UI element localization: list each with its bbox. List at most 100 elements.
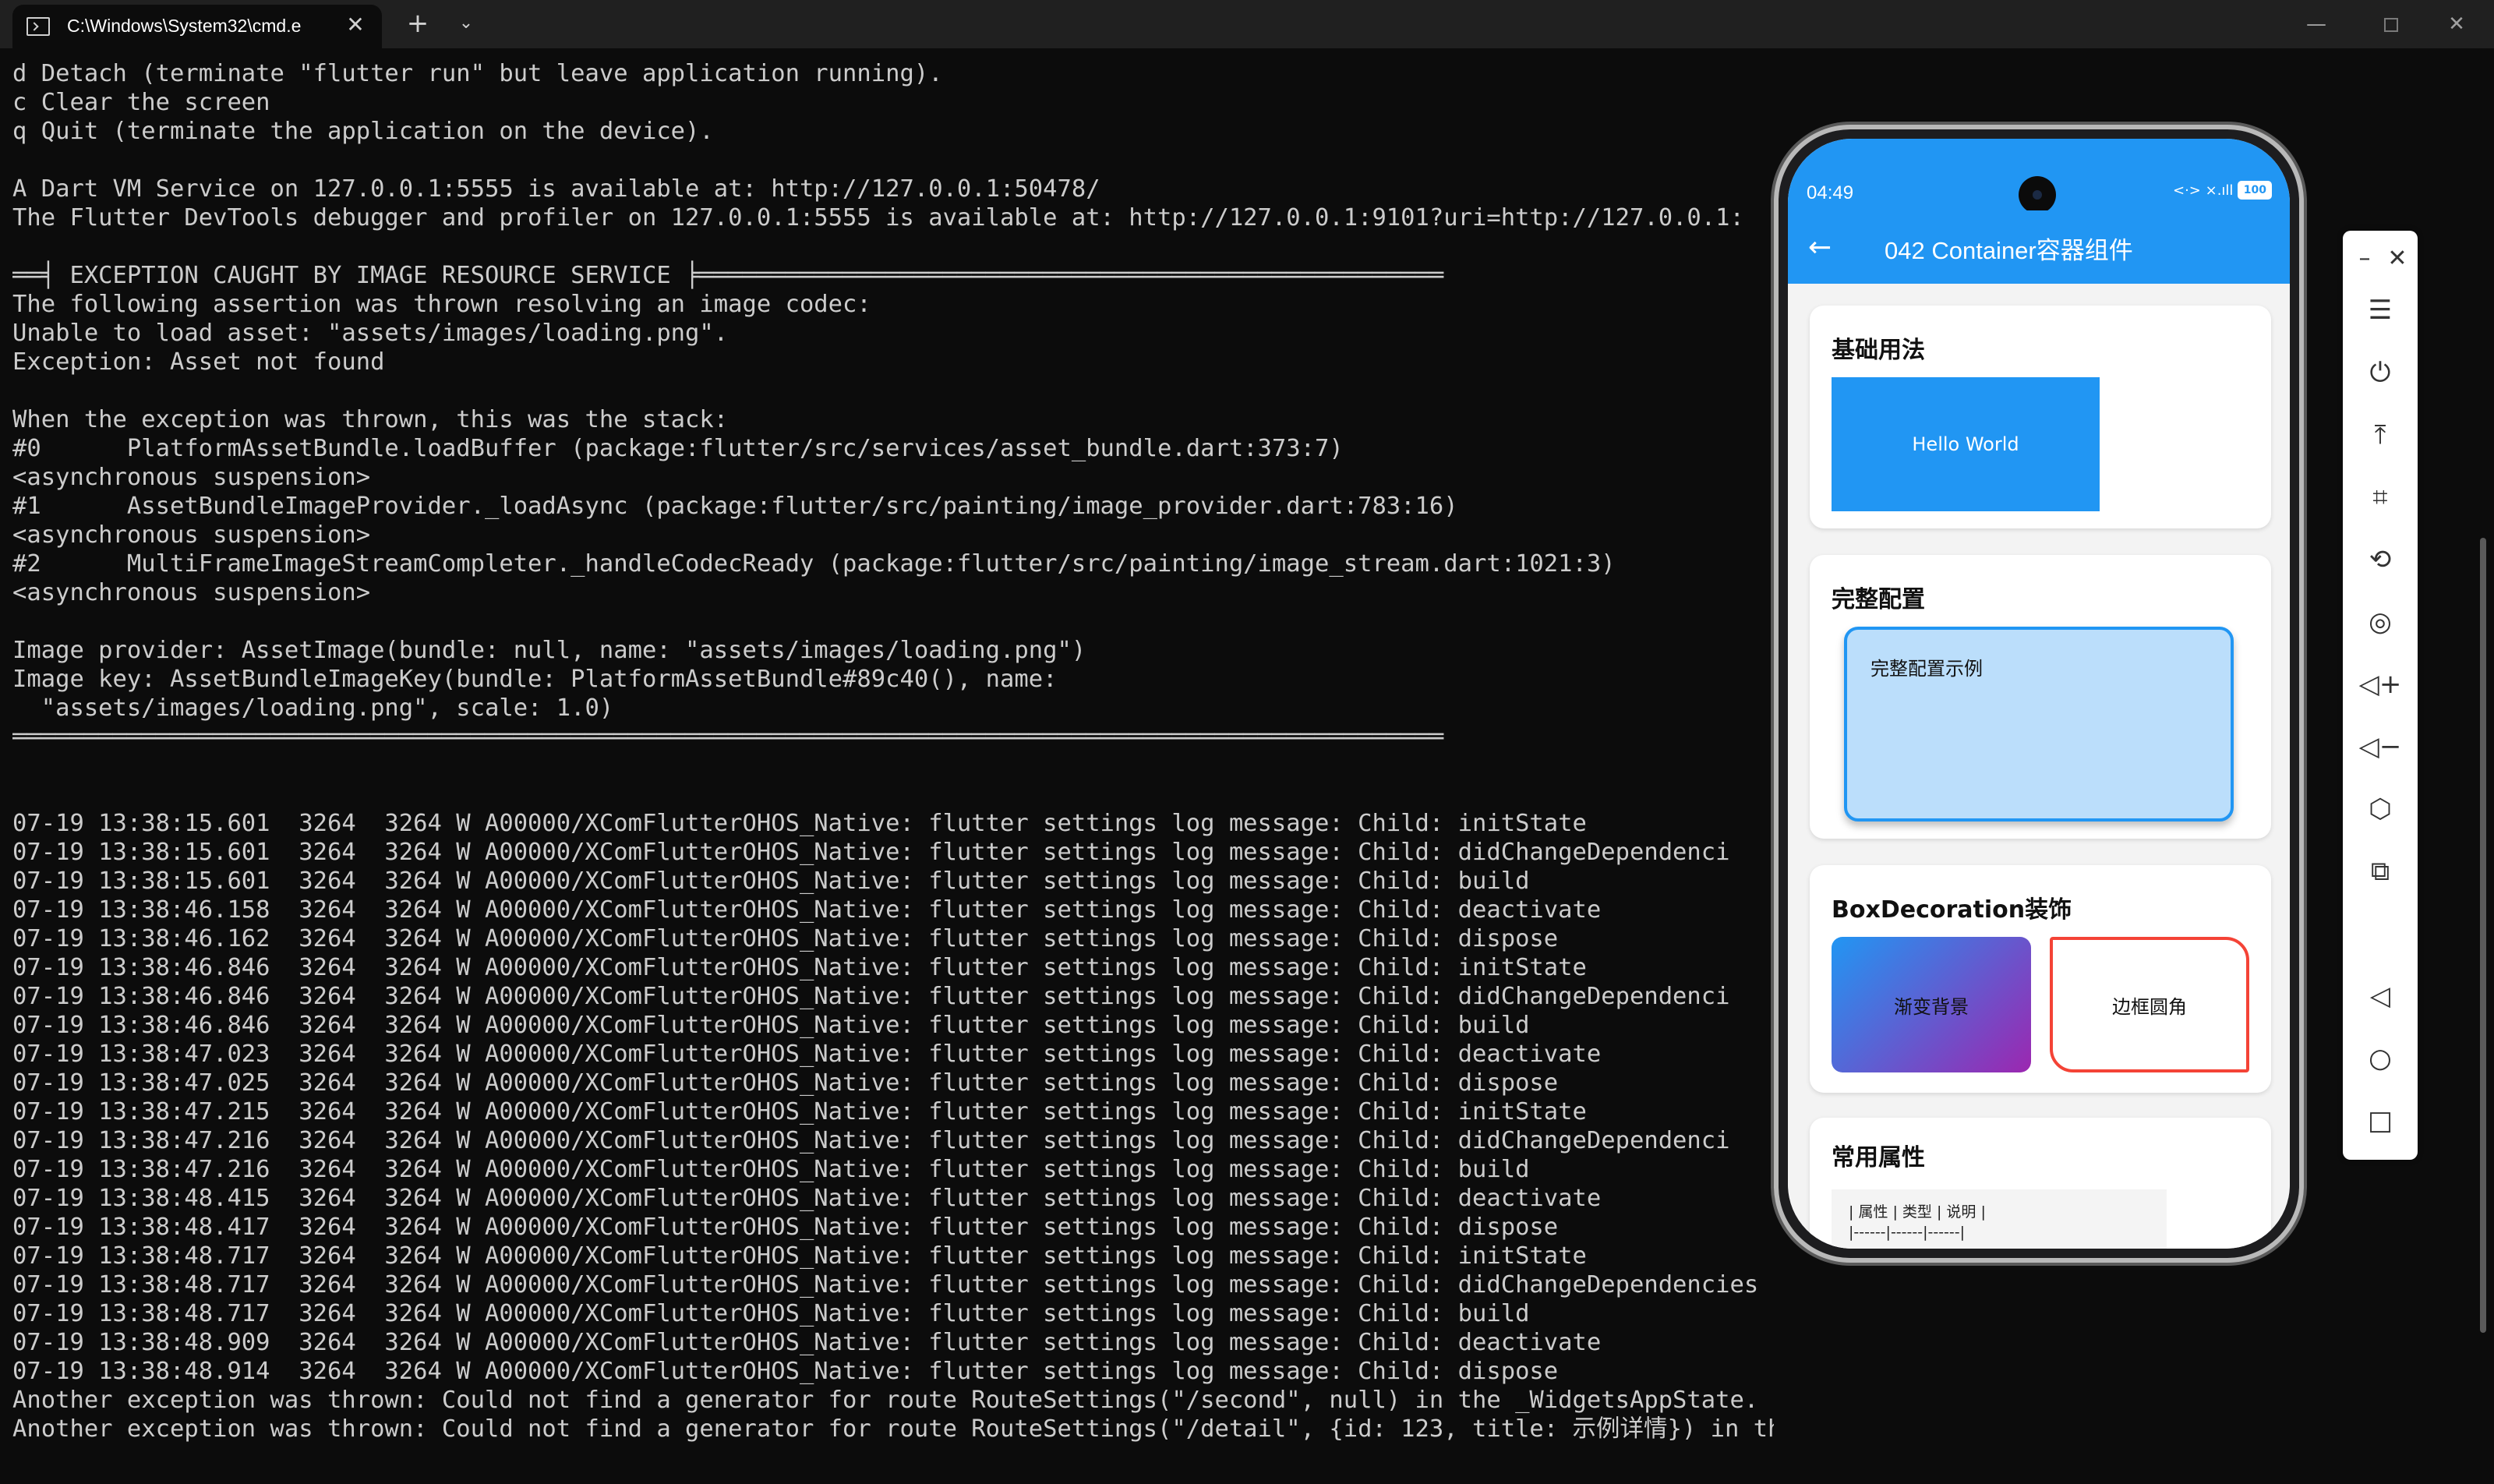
upload-top-icon[interactable]: ⤒ — [2343, 413, 2418, 457]
terminal-line: 07-19 13:38:15.601 3264 3264 W A00000/XC… — [12, 810, 1587, 837]
nav-back-icon[interactable]: ◁ — [2343, 974, 2418, 1018]
terminal-line: 07-19 13:38:46.846 3264 3264 W A00000/XC… — [12, 954, 1587, 981]
terminal-line: Unable to load asset: "assets/images/loa… — [12, 320, 729, 347]
terminal-line: 07-19 13:38:46.158 3264 3264 W A00000/XC… — [12, 896, 1602, 924]
status-bar: 04:49 <·> ×.ıll 100 — [1788, 139, 2290, 214]
camera-icon — [2019, 176, 2056, 214]
terminal-icon — [26, 17, 50, 36]
terminal-line: <asynchronous suspension> — [12, 464, 371, 491]
volume-up-icon[interactable]: ◁+ — [2343, 662, 2418, 706]
terminal-line: "assets/images/loading.png", scale: 1.0) — [12, 694, 614, 722]
rotate-icon[interactable]: ⟲ — [2343, 538, 2418, 581]
card-common-properties: 常用属性 | 属性 | 类型 | 说明 | |------|------|---… — [1810, 1118, 2271, 1249]
terminal-line: Another exception was thrown: Could not … — [12, 1415, 1774, 1443]
table-separator-row: |------|------|------| — [1849, 1224, 1966, 1241]
terminal-line: The Flutter DevTools debugger and profil… — [12, 204, 1744, 231]
card-title: 完整配置 — [1832, 586, 1925, 613]
terminal-line: 07-19 13:38:48.717 3264 3264 W A00000/XC… — [12, 1271, 1759, 1298]
card-box-decoration: BoxDecoration装饰 渐变背景 边框圆角 — [1810, 865, 2271, 1093]
record-icon[interactable]: ⧉ — [2343, 850, 2418, 893]
new-tab-button[interactable]: + — [402, 9, 433, 37]
back-arrow-icon[interactable]: ← — [1808, 234, 1836, 262]
terminal-line: 07-19 13:38:48.717 3264 3264 W A00000/XC… — [12, 1242, 1587, 1270]
full-config-label: 完整配置示例 — [1870, 658, 1983, 680]
terminal-line: <asynchronous suspension> — [12, 521, 371, 549]
terminal-line: 07-19 13:38:47.216 3264 3264 W A00000/XC… — [12, 1127, 1730, 1154]
card-basic: 基础用法 Hello World — [1810, 306, 2271, 528]
terminal-line: #0 PlatformAssetBundle.loadBuffer (packa… — [12, 435, 1344, 462]
gradient-container: 渐变背景 — [1832, 937, 2031, 1072]
battery-icon: 100 — [2238, 181, 2273, 200]
terminal-line: ════════════════════════════════════════… — [12, 723, 1444, 751]
terminal-line: d Detach (terminate "flutter run" but le… — [12, 60, 943, 87]
terminal-line: 07-19 13:38:47.215 3264 3264 W A00000/XC… — [12, 1098, 1587, 1125]
terminal-line: #2 MultiFrameImageStreamCompleter._handl… — [12, 550, 1616, 578]
full-config-container: 完整配置示例 — [1844, 627, 2234, 822]
terminal-line: ══╡ EXCEPTION CAUGHT BY IMAGE RESOURCE S… — [12, 262, 1444, 289]
card-title: BoxDecoration装饰 — [1832, 896, 2072, 924]
terminal-line: Another exception was thrown: Could not … — [12, 1387, 1759, 1414]
terminal-line: <asynchronous suspension> — [12, 579, 371, 606]
terminal-tab[interactable]: C:\Windows\System32\cmd.e ✕ — [12, 5, 382, 48]
nav-recents-icon[interactable]: □ — [2343, 1099, 2418, 1143]
table-header-row: | 属性 | 类型 | 说明 | — [1849, 1203, 1986, 1221]
terminal-line: 07-19 13:38:15.601 3264 3264 W A00000/XC… — [12, 839, 1730, 866]
phone-emulator: 04:49 <·> ×.ıll 100 ← 042 Container容器组件 … — [1779, 129, 2299, 1258]
signal-icon: <·> ×.ıll — [2173, 182, 2234, 199]
screenshot-icon[interactable]: ◎ — [2343, 600, 2418, 644]
page-title: 042 Container容器组件 — [1885, 237, 2133, 264]
phone-screen[interactable]: 04:49 <·> ×.ıll 100 ← 042 Container容器组件 … — [1788, 139, 2290, 1249]
terminal-line: When the exception was thrown, this was … — [12, 406, 729, 433]
card-full-config: 完整配置 完整配置示例 — [1810, 555, 2271, 839]
terminal-line: 07-19 13:38:47.025 3264 3264 W A00000/XC… — [12, 1069, 1559, 1097]
terminal-line: 07-19 13:38:47.216 3264 3264 W A00000/XC… — [12, 1156, 1530, 1183]
crop-icon[interactable]: ⌗ — [2343, 475, 2418, 519]
window-maximize-button[interactable] — [2354, 0, 2429, 48]
title-bar: C:\Windows\System32\cmd.e ✕ + ⌄ — ✕ — [0, 0, 2494, 48]
status-icons: <·> ×.ıll 100 — [2173, 181, 2273, 200]
terminal-line: 07-19 13:38:48.909 3264 3264 W A00000/XC… — [12, 1329, 1602, 1356]
emulator-toolbar: – ✕ ☰ ⏻ ⤒ ⌗ ⟲ ◎ ◁+ ◁− ⬡ ⧉ ◁ ○ □ — [2343, 231, 2418, 1160]
terminal-line: 07-19 13:38:47.023 3264 3264 W A00000/XC… — [12, 1041, 1602, 1068]
terminal-line: 07-19 13:38:48.415 3264 3264 W A00000/XC… — [12, 1185, 1602, 1212]
card-title: 基础用法 — [1832, 337, 1925, 364]
status-time: 04:49 — [1807, 182, 1854, 203]
terminal-line: 07-19 13:38:46.846 3264 3264 W A00000/XC… — [12, 1012, 1530, 1039]
terminal-line: 07-19 13:38:48.914 3264 3264 W A00000/XC… — [12, 1358, 1559, 1385]
hello-world-container: Hello World — [1832, 377, 2100, 511]
nav-home-icon[interactable]: ○ — [2343, 1037, 2418, 1080]
maximize-icon — [2384, 17, 2398, 32]
terminal-line: A Dart VM Service on 127.0.0.1:5555 is a… — [12, 175, 1100, 203]
terminal-line: c Clear the screen — [12, 89, 270, 116]
border-radius-container: 边框圆角 — [2050, 937, 2249, 1072]
menu-icon[interactable]: ☰ — [2343, 288, 2418, 332]
volume-down-icon[interactable]: ◁− — [2343, 725, 2418, 768]
tab-title: C:\Windows\System32\cmd.e — [67, 16, 302, 36]
toolbar-close-button[interactable]: ✕ — [2382, 237, 2413, 281]
properties-table: | 属性 | 类型 | 说明 | |------|------|------| — [1832, 1189, 2167, 1249]
power-icon[interactable]: ⏻ — [2343, 351, 2418, 394]
toolbar-minimize-button[interactable]: – — [2349, 237, 2380, 281]
shake-icon[interactable]: ⬡ — [2343, 787, 2418, 831]
terminal-output[interactable]: d Detach (terminate "flutter run" but le… — [12, 59, 1774, 1462]
window-minimize-button[interactable]: — — [2279, 0, 2354, 48]
terminal-line: The following assertion was thrown resol… — [12, 291, 871, 318]
terminal-line: q Quit (terminate the application on the… — [12, 118, 714, 145]
chevron-down-icon[interactable]: ⌄ — [450, 9, 482, 37]
window-close-button[interactable]: ✕ — [2419, 0, 2494, 48]
app-bar: ← 042 Container容器组件 — [1788, 210, 2290, 284]
terminal-line: 07-19 13:38:46.162 3264 3264 W A00000/XC… — [12, 925, 1559, 952]
terminal-scrollbar[interactable] — [2480, 538, 2486, 1333]
terminal-line: 07-19 13:38:48.717 3264 3264 W A00000/XC… — [12, 1300, 1530, 1327]
card-title: 常用属性 — [1832, 1144, 1925, 1171]
tab-close-icon[interactable]: ✕ — [343, 12, 368, 37]
terminal-line: #1 AssetBundleImageProvider._loadAsync (… — [12, 493, 1458, 520]
terminal-line: 07-19 13:38:15.601 3264 3264 W A00000/XC… — [12, 867, 1530, 895]
terminal-line: 07-19 13:38:46.846 3264 3264 W A00000/XC… — [12, 983, 1730, 1010]
